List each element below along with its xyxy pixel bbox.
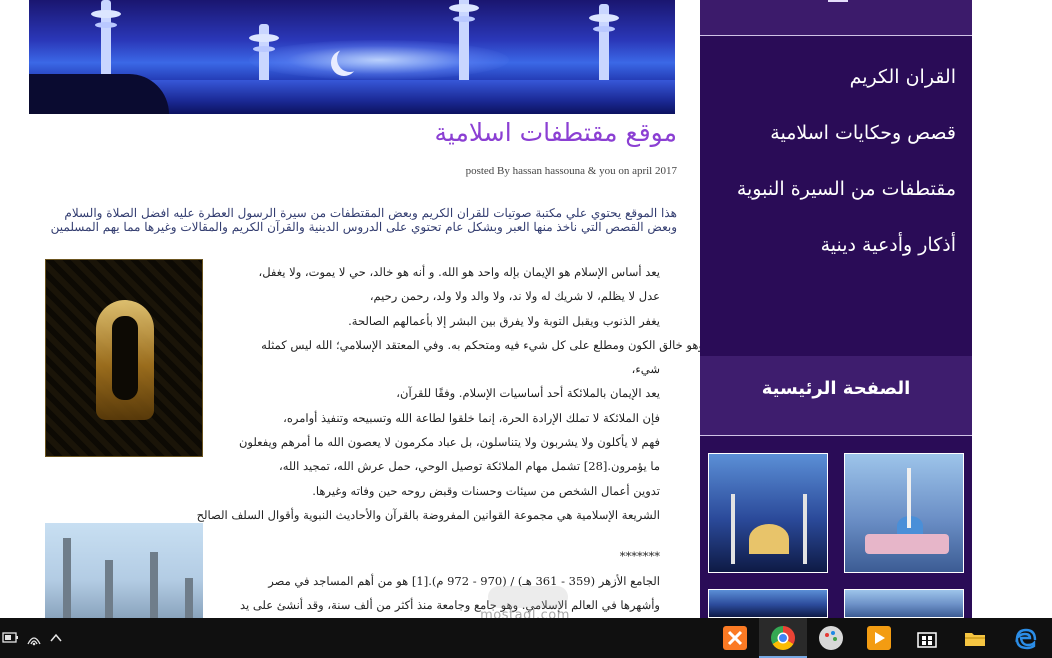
media-icon (867, 626, 891, 650)
body-line: يغفر الذنوب ويقبل التوبة ولا يفرق بين ال… (348, 313, 660, 328)
mostaql-logo (488, 586, 568, 608)
post-title[interactable]: موقع مقتطفات اسلامية (435, 118, 678, 147)
body-line: يعد أساس الإسلام هو الإيمان بإله واحد هو… (258, 265, 661, 279)
sidebar: القران الكريم قصص وحكايات اسلامية مقتطفا… (700, 0, 972, 618)
body-line: وهو خالق الكون ومطلع على كل شيء فيه ومتح… (261, 337, 704, 352)
calligraphy-mark (112, 316, 138, 400)
body-line: وأشهرها في العالم الإسلامي. وهو جامع وجا… (239, 598, 660, 612)
menu-item-stories[interactable]: قصص وحكايات اسلامية (706, 114, 956, 170)
banner-rock (29, 74, 169, 114)
article: موقع مقتطفات اسلامية posted By hassan ha… (29, 114, 704, 618)
body-line: الجامع الأزهر (359 - 361 هـ) / (970 - 97… (268, 573, 660, 588)
allah-calligraphy-image (45, 259, 203, 457)
battery-icon[interactable] (2, 618, 20, 658)
banner-glow (249, 40, 509, 80)
dome (749, 524, 789, 554)
banner-tower (449, 0, 479, 84)
body-line: فهم لا يأكلون ولا يشربون ولا يتناسلون، ب… (238, 435, 660, 450)
banner-tower (249, 24, 279, 84)
taskbar-xampp[interactable] (711, 618, 759, 658)
mosque-base (865, 534, 949, 554)
sidebar-header (700, 0, 972, 36)
menu-item-seerah[interactable]: مقتطفات من السيرة النبوية (706, 170, 956, 226)
header-banner-image (29, 0, 675, 114)
article-body: يعد أساس الإسلام هو الإيمان بإله واحد هو… (197, 260, 704, 527)
minaret (150, 552, 158, 618)
intro-line: هذا الموقع يحتوي علي مكتبة صوتيات للقران… (64, 206, 677, 220)
file-explorer-icon (963, 626, 987, 650)
menu-item-adhkar[interactable]: أذكار وأدعية دينية (706, 226, 956, 282)
al-azhar-mosque-image (45, 523, 203, 618)
separator-stars: ******* (619, 549, 660, 563)
chrome-icon (771, 626, 795, 650)
minaret (63, 538, 71, 618)
body-line: تدوين أعمال الشخص من سيئات وحسنات وقبض ر… (312, 483, 660, 498)
article-body-2: ******* الجامع الأزهر (359 - 361 هـ) / (… (200, 544, 660, 618)
taskbar-store[interactable] (903, 618, 951, 658)
menu-item-quran[interactable]: القران الكريم (706, 58, 956, 114)
body-line: يعد الإيمان بالملائكة أحد أساسيات الإسلا… (396, 386, 660, 401)
taskbar-paint[interactable] (807, 618, 855, 658)
banner-tower (91, 0, 121, 84)
body-line: ما يؤمرون.[28] تشمل مهام الملائكة توصيل … (278, 459, 660, 474)
taskbar-file-explorer[interactable] (951, 618, 999, 658)
banner-tower (589, 4, 619, 84)
store-icon (915, 626, 939, 650)
taskbar-edge[interactable] (1002, 618, 1050, 658)
taskbar-media[interactable] (855, 618, 903, 658)
intro-line: وبعض القصص التي ناخذ منها العبر وبشكل عا… (50, 220, 677, 234)
mosque-thumbnail[interactable] (844, 453, 964, 573)
xampp-icon (723, 626, 747, 650)
sidebar-menu: القران الكريم قصص وحكايات اسلامية مقتطفا… (706, 58, 956, 282)
minaret (731, 494, 735, 564)
minaret (105, 560, 113, 618)
mosque-thumbnail[interactable] (708, 453, 828, 573)
body-line: عدل لا يظلم، لا شريك له ولا ند، ولا والد… (369, 289, 660, 304)
body-line: الشريعة الإسلامية هي مجموعة القوانين الم… (196, 507, 660, 522)
body-line: شيء، (631, 362, 660, 377)
paint-icon (819, 626, 843, 650)
header-decoration (828, 0, 848, 2)
taskbar-chrome[interactable] (759, 618, 807, 658)
edge-icon (1014, 626, 1038, 650)
body-line: فإن الملائكة لا تملك الإرادة الحرة، إنما… (283, 410, 660, 425)
chevron-up-icon[interactable] (48, 618, 64, 658)
wifi-icon[interactable] (26, 618, 42, 658)
home-section: الصفحة الرئيسية (700, 356, 972, 436)
post-intro: هذا الموقع يحتوي علي مكتبة صوتيات للقران… (37, 206, 677, 234)
home-link[interactable]: الصفحة الرئيسية (700, 378, 972, 399)
windows-taskbar (0, 618, 1052, 658)
mosque-thumbnail[interactable] (844, 589, 964, 618)
post-meta: posted By hassan hassouna & you on april… (465, 165, 677, 177)
minaret (803, 494, 807, 564)
crescent-moon-icon (337, 46, 363, 72)
minaret (907, 468, 911, 528)
minaret (185, 578, 193, 618)
mosque-thumbnail[interactable] (708, 589, 828, 618)
